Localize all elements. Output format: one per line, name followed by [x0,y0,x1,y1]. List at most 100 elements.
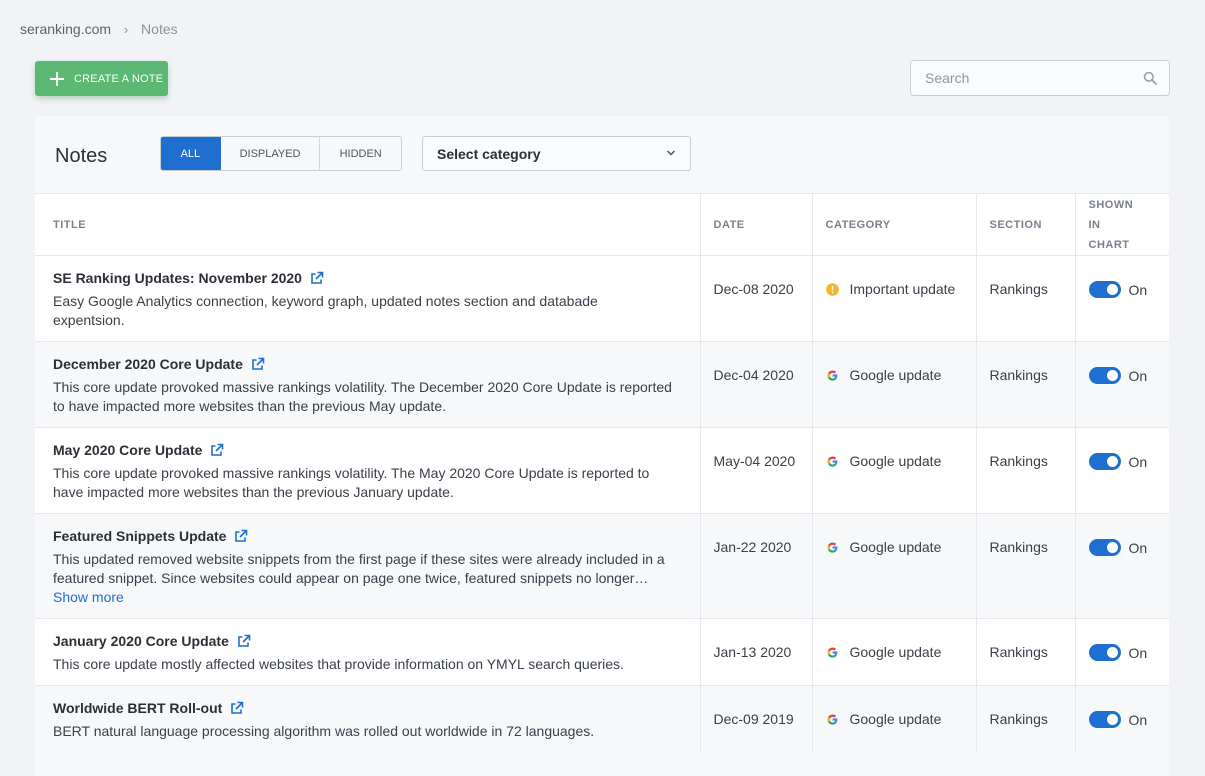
date-cell: Dec-09 2019 [700,685,813,753]
note-title-text[interactable]: December 2020 Core Update [53,356,243,372]
category-cell: Google update [812,341,977,428]
note-date: May-04 2020 [713,453,796,469]
section-cell: Rankings [976,685,1076,753]
note-category: Google update [849,539,942,555]
external-link-icon[interactable] [230,701,244,715]
note-description: This core update mostly affected website… [53,656,624,672]
note-title-cell: SE Ranking Updates: November 2020 Easy G… [35,255,701,342]
note-title-cell: December 2020 Core Update This core upda… [35,341,701,428]
breadcrumb-current: Notes [141,21,178,37]
note-date: Dec-04 2020 [713,367,794,383]
category-select-value: Select category [437,145,541,162]
note-title-text[interactable]: SE Ranking Updates: November 2020 [53,270,302,286]
note-description: Easy Google Analytics connection, keywor… [53,293,598,328]
external-link-icon[interactable] [210,443,224,457]
note-title-text[interactable]: May 2020 Core Update [53,442,202,458]
note-category: Google update [849,453,942,469]
note-title: January 2020 Core Update [53,633,700,649]
note-title-cell: May 2020 Core Update This core update pr… [35,427,701,514]
column-header-section[interactable]: SECTION [976,193,1076,256]
note-title: May 2020 Core Update [53,442,700,458]
filter-tabs: ALL DISPLAYED HIDDEN [160,136,402,171]
plus-icon [50,71,64,86]
table-row: Worldwide BERT Roll-out BERT natural lan… [35,685,1169,753]
category-select[interactable]: Select category [422,136,691,171]
table-row: January 2020 Core Update This core updat… [35,618,1169,686]
shown-toggle-label: On [1128,644,1148,661]
tab-all[interactable]: ALL [161,137,221,170]
shown-toggle[interactable] [1088,711,1121,728]
google-icon [827,370,837,381]
page-title: Notes [55,145,108,167]
note-title-cell: Featured Snippets Update This updated re… [35,513,701,619]
category-cell: Google update [812,513,977,619]
date-cell: Jan-13 2020 [700,618,813,686]
note-title-text[interactable]: Worldwide BERT Roll-out [53,700,222,716]
note-description: This updated removed website snippets fr… [53,551,665,586]
shown-toggle-label: On [1128,367,1148,384]
column-header-category[interactable]: CATEGORY [812,193,977,256]
date-cell: Dec-08 2020 [700,255,813,342]
search-box[interactable] [910,60,1170,96]
shown-toggle-label: On [1128,711,1148,728]
note-description: BERT natural language processing algorit… [53,723,595,739]
note-section: Rankings [989,711,1048,727]
section-cell: Rankings [976,513,1076,619]
note-title-cell: January 2020 Core Update This core updat… [35,618,701,686]
notes-table: TITLE DATE CATEGORY SECTION SHOWN IN CHA… [35,193,1169,753]
note-section: Rankings [989,281,1048,297]
breadcrumb: seranking.com › Notes [20,21,178,37]
panel-header: Notes ALL DISPLAYED HIDDEN Select catego… [35,116,1169,193]
external-link-icon[interactable] [310,271,324,285]
shown-cell: On [1075,618,1169,686]
column-header-date[interactable]: DATE [700,193,813,256]
note-description: This core update provoked massive rankin… [53,379,672,414]
search-icon[interactable] [1143,71,1157,85]
section-cell: Rankings [976,341,1076,428]
table-row: SE Ranking Updates: November 2020 Easy G… [35,255,1169,342]
google-icon [827,542,837,553]
google-icon [827,714,837,725]
note-title: December 2020 Core Update [53,356,700,372]
note-title-text[interactable]: January 2020 Core Update [53,633,229,649]
note-description: This core update provoked massive rankin… [53,465,650,500]
shown-toggle-label: On [1128,453,1148,470]
note-date: Jan-22 2020 [713,539,792,555]
date-cell: May-04 2020 [700,427,813,514]
category-cell: Google update [812,685,977,753]
category-cell: Important update [812,255,977,342]
shown-cell: On [1075,513,1169,619]
section-cell: Rankings [976,255,1076,342]
shown-toggle[interactable] [1088,367,1121,384]
note-title-text[interactable]: Featured Snippets Update [53,528,226,544]
search-input[interactable] [923,69,1137,87]
create-note-button[interactable]: CREATE A NOTE [35,61,168,96]
external-link-icon[interactable] [251,357,265,371]
shown-toggle[interactable] [1088,281,1121,298]
shown-toggle[interactable] [1088,644,1121,661]
note-date: Jan-13 2020 [713,644,792,660]
tab-hidden[interactable]: HIDDEN [320,137,401,170]
tab-displayed[interactable]: DISPLAYED [221,137,321,170]
external-link-icon[interactable] [234,529,248,543]
note-title-cell: Worldwide BERT Roll-out BERT natural lan… [35,685,701,753]
note-category: Google update [849,644,942,660]
shown-cell: On [1075,427,1169,514]
shown-toggle[interactable] [1088,453,1121,470]
warning-dot-icon [825,282,839,296]
shown-header-line: SHOWN [1088,198,1134,211]
note-title: SE Ranking Updates: November 2020 [53,270,700,286]
column-header-title[interactable]: TITLE [35,193,701,256]
date-cell: Jan-22 2020 [700,513,813,619]
shown-toggle-label: On [1128,539,1148,556]
note-section: Rankings [989,453,1048,469]
date-cell: Dec-04 2020 [700,341,813,428]
show-more-link[interactable]: Show more [53,589,124,605]
shown-header-line: CHART [1088,238,1130,251]
shown-toggle[interactable] [1088,539,1121,556]
note-section: Rankings [989,539,1048,555]
chevron-down-icon [666,150,676,156]
external-link-icon[interactable] [237,634,251,648]
breadcrumb-root-link[interactable]: seranking.com [20,21,111,37]
column-header-shown-in-chart[interactable]: SHOWN IN CHART [1075,193,1169,256]
